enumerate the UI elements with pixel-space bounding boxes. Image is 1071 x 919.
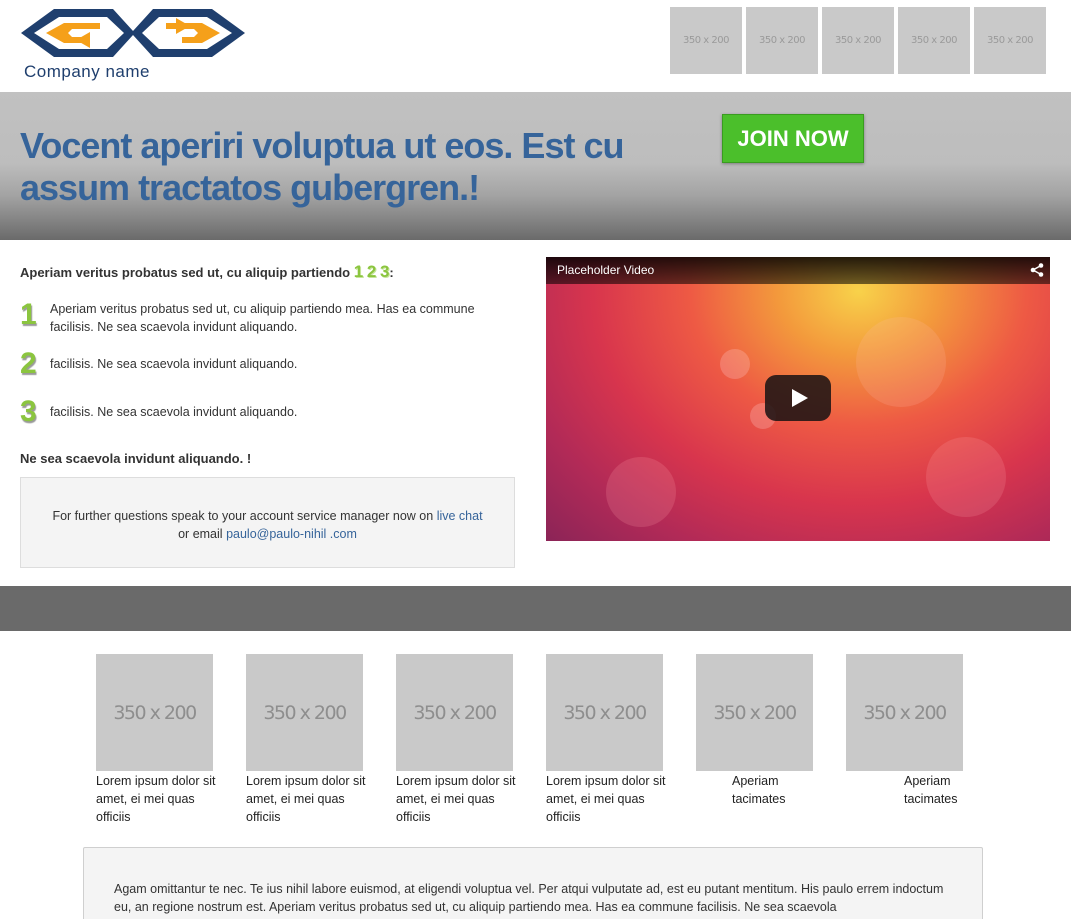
step-number: 2 — [20, 347, 37, 380]
gallery-item[interactable]: 350 x 200 Lorem ipsum dolor sit amet, ei… — [396, 654, 526, 826]
gallery-item[interactable]: 350 x 200 Lorem ipsum dolor sit amet, ei… — [96, 654, 226, 826]
step-text: facilisis. Ne sea scaevola invidunt aliq… — [50, 405, 298, 419]
gallery-caption: Lorem ipsum dolor sit amet, ei mei quas … — [396, 774, 516, 824]
gallery-item[interactable]: 350 x 200 Lorem ipsum dolor sit amet, ei… — [546, 654, 676, 826]
contact-text: For further questions speak to your acco… — [52, 509, 434, 523]
video-bokeh — [606, 457, 676, 527]
top-thumbnail[interactable]: 350 x 200 — [974, 7, 1046, 74]
gallery-image[interactable]: 350 x 200 — [246, 654, 363, 771]
gallery-caption: Lorem ipsum dolor sit amet, ei mei quas … — [246, 774, 366, 824]
email-link[interactable]: paulo@paulo-nihil .com — [226, 527, 357, 541]
top-thumbnail[interactable]: 350 x 200 — [822, 7, 894, 74]
intro-number: 2 — [366, 262, 377, 281]
gallery-image[interactable]: 350 x 200 — [396, 654, 513, 771]
steps-intro: Aperiam veritus probatus sed ut, cu aliq… — [20, 262, 394, 282]
logo-mark-icon — [21, 9, 245, 57]
contact-email-text: or email — [178, 527, 223, 541]
video-bokeh — [856, 317, 946, 407]
live-chat-link[interactable]: live chat — [437, 509, 483, 523]
gallery-item[interactable]: 350 x 200 Lorem ipsum dolor sit amet, ei… — [246, 654, 376, 826]
gallery-caption: Lorem ipsum dolor sit amet, ei mei quas … — [96, 774, 216, 824]
step-item: 1 Aperiam veritus probatus sed ut, cu al… — [20, 300, 510, 336]
video-title-bar: Placeholder Video — [546, 257, 1050, 284]
gallery-item[interactable]: 350 x 200 Aperiam tacimates — [846, 654, 976, 808]
step-item: 3 facilisis. Ne sea scaevola invidunt al… — [20, 397, 510, 427]
intro-number: 1 — [353, 262, 364, 281]
steps-note: Ne sea scaevola invidunt aliquando. ! — [20, 451, 252, 466]
gallery-item[interactable]: 350 x 200 Aperiam tacimates — [696, 654, 826, 808]
intro-suffix: : — [389, 265, 394, 280]
step-number: 1 — [20, 298, 37, 331]
section-divider-band — [0, 586, 1071, 631]
contact-box: For further questions speak to your acco… — [20, 477, 515, 568]
top-thumbnail-strip: 350 x 200 350 x 200 350 x 200 350 x 200 … — [670, 7, 1046, 74]
gallery-image[interactable]: 350 x 200 — [546, 654, 663, 771]
video-bokeh — [926, 437, 1006, 517]
bottom-text: Agam omittantur te nec. Te ius nihil lab… — [114, 882, 944, 914]
video-bokeh — [720, 349, 750, 379]
gallery-image[interactable]: 350 x 200 — [846, 654, 963, 771]
top-thumbnail[interactable]: 350 x 200 — [670, 7, 742, 74]
hero-banner: Vocent aperiri voluptua ut eos. Est cu a… — [0, 92, 1071, 240]
steps-intro-text: Aperiam veritus probatus sed ut, cu aliq… — [20, 265, 351, 280]
bottom-text-box: Agam omittantur te nec. Te ius nihil lab… — [83, 847, 983, 919]
gallery-caption: Aperiam tacimates — [732, 774, 786, 806]
step-text: facilisis. Ne sea scaevola invidunt aliq… — [50, 357, 298, 371]
intro-number: 3 — [379, 262, 390, 281]
gallery-image[interactable]: 350 x 200 — [96, 654, 213, 771]
step-item: 2 facilisis. Ne sea scaevola invidunt al… — [20, 349, 510, 379]
step-number: 3 — [20, 395, 37, 428]
company-name: Company name — [24, 62, 151, 81]
top-thumbnail[interactable]: 350 x 200 — [746, 7, 818, 74]
share-icon[interactable] — [1030, 263, 1044, 277]
play-icon[interactable] — [765, 375, 831, 421]
hero-title: Vocent aperiri voluptua ut eos. Est cu a… — [20, 125, 624, 208]
join-now-button[interactable]: JOIN NOW — [722, 114, 864, 163]
gallery-caption: Aperiam tacimates — [904, 774, 958, 806]
step-text: Aperiam veritus probatus sed ut, cu aliq… — [50, 302, 475, 334]
top-thumbnail[interactable]: 350 x 200 — [898, 7, 970, 74]
video-player[interactable]: Placeholder Video — [546, 257, 1050, 541]
gallery-image[interactable]: 350 x 200 — [696, 654, 813, 771]
video-title[interactable]: Placeholder Video — [557, 263, 654, 277]
company-logo[interactable]: Company name — [18, 6, 248, 82]
gallery-caption: Lorem ipsum dolor sit amet, ei mei quas … — [546, 774, 666, 824]
